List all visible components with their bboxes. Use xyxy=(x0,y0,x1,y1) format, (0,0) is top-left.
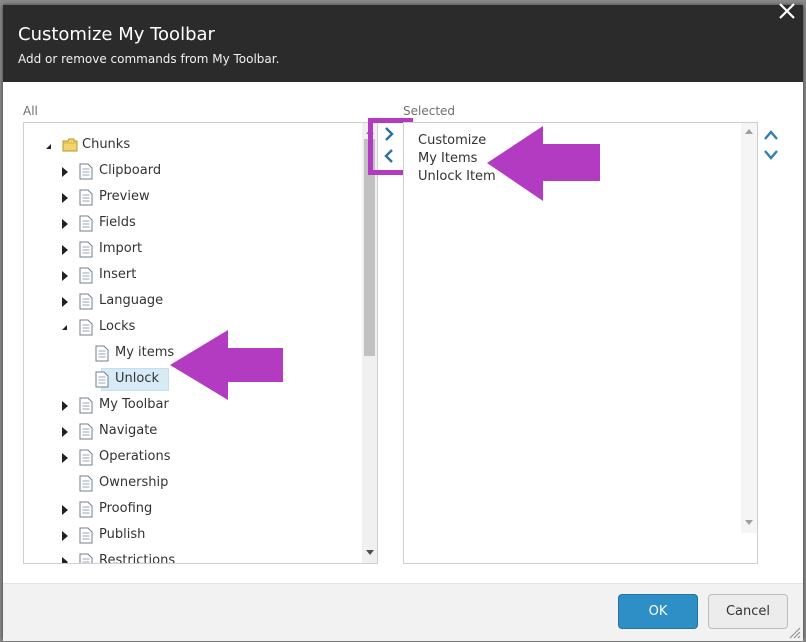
document-icon xyxy=(79,475,93,492)
scroll-down-icon[interactable] xyxy=(745,520,753,525)
expanded-arrow-icon[interactable] xyxy=(62,325,67,330)
scroll-down-icon[interactable] xyxy=(366,550,374,555)
tree-item-label: Operations xyxy=(99,449,171,464)
selected-pane-label: Selected xyxy=(403,104,456,118)
document-icon xyxy=(79,553,93,563)
tree-item[interactable]: Ownership xyxy=(24,473,364,495)
tree-item-label: Navigate xyxy=(99,423,158,438)
add-command-button[interactable] xyxy=(382,126,396,142)
all-tree-scrollbar[interactable] xyxy=(362,123,377,563)
tree-item[interactable]: Proofing xyxy=(24,499,364,521)
selected-list-scrollbar[interactable] xyxy=(741,123,757,533)
tree-item[interactable]: Import xyxy=(24,239,364,261)
tree-item[interactable]: Publish xyxy=(24,525,364,547)
collapsed-arrow-icon[interactable] xyxy=(62,453,68,463)
collapsed-arrow-icon[interactable] xyxy=(62,297,68,307)
document-icon xyxy=(79,267,93,284)
tree-item-label: Proofing xyxy=(99,501,153,516)
collapsed-arrow-icon[interactable] xyxy=(62,219,68,229)
document-icon xyxy=(79,527,93,544)
collapsed-arrow-icon[interactable] xyxy=(62,245,68,255)
document-icon xyxy=(79,423,93,440)
tree-item-label: Unlock xyxy=(115,371,159,386)
remove-command-button[interactable] xyxy=(382,148,396,164)
document-icon xyxy=(79,215,93,232)
tree-item-label: Locks xyxy=(99,319,136,334)
selected-list-item[interactable]: Unlock Item xyxy=(418,169,496,184)
tree-item-label: Fields xyxy=(99,215,136,230)
tree-item[interactable]: Fields xyxy=(24,213,364,235)
document-icon xyxy=(79,319,93,336)
close-icon[interactable] xyxy=(777,1,797,21)
annotation-arrow xyxy=(170,330,283,400)
cancel-button[interactable]: Cancel xyxy=(708,594,788,629)
tree-item-label: Chunks xyxy=(82,137,131,152)
expanded-arrow-icon[interactable] xyxy=(46,144,51,149)
collapsed-arrow-icon[interactable] xyxy=(62,271,68,281)
document-icon xyxy=(79,449,93,466)
ok-button[interactable]: OK xyxy=(618,594,698,629)
tree-item[interactable]: Language xyxy=(24,291,364,313)
document-icon xyxy=(79,163,93,180)
customize-toolbar-dialog: Customize My Toolbar Add or remove comma… xyxy=(3,3,803,641)
all-pane-label: All xyxy=(23,104,38,118)
tree-item[interactable]: Navigate xyxy=(24,421,364,443)
tree-item-label: Publish xyxy=(99,527,146,542)
tree-item-label: Ownership xyxy=(99,475,169,490)
collapsed-arrow-icon[interactable] xyxy=(62,401,68,411)
collapsed-arrow-icon[interactable] xyxy=(62,167,68,177)
move-up-button[interactable] xyxy=(763,129,779,141)
annotation-arrow xyxy=(487,126,600,201)
document-icon xyxy=(95,345,109,362)
collapsed-arrow-icon[interactable] xyxy=(62,557,68,563)
collapsed-arrow-icon[interactable] xyxy=(62,427,68,437)
tree-item-label: My items xyxy=(115,345,175,360)
dialog-subtitle: Add or remove commands from My Toolbar. xyxy=(18,52,280,66)
collapsed-arrow-icon[interactable] xyxy=(62,531,68,541)
tree-item-label: Language xyxy=(99,293,164,308)
dialog-footer: OK Cancel xyxy=(3,583,803,641)
tree-item[interactable]: Preview xyxy=(24,187,364,209)
document-icon xyxy=(79,293,93,310)
tree-item[interactable]: Restrictions xyxy=(24,551,364,564)
tree-item-chunks[interactable]: Chunks xyxy=(24,135,364,157)
dialog-title: Customize My Toolbar xyxy=(18,24,215,45)
tree-item-label: Import xyxy=(99,241,143,256)
document-icon xyxy=(95,371,109,388)
selected-list-item[interactable]: My Items xyxy=(418,151,477,166)
collapsed-arrow-icon[interactable] xyxy=(62,505,68,515)
tree-item-label: Preview xyxy=(99,189,150,204)
tree-item[interactable]: Insert xyxy=(24,265,364,287)
document-icon xyxy=(79,397,93,414)
tree-item-label: Clipboard xyxy=(99,163,162,178)
document-icon xyxy=(79,501,93,518)
document-icon xyxy=(79,189,93,206)
dialog-header: Customize My Toolbar Add or remove comma… xyxy=(3,3,803,82)
collapsed-arrow-icon[interactable] xyxy=(62,193,68,203)
selected-list-item[interactable]: Customize xyxy=(418,133,486,148)
tree-item-label: My Toolbar xyxy=(99,397,169,412)
scroll-up-icon[interactable] xyxy=(745,129,753,134)
move-down-button[interactable] xyxy=(763,149,779,161)
document-icon xyxy=(79,241,93,258)
tree-item[interactable]: Operations xyxy=(24,447,364,469)
tree-item[interactable]: Clipboard xyxy=(24,161,364,183)
tree-item-label: Restrictions xyxy=(99,553,176,564)
tree-item-label: Insert xyxy=(99,267,137,282)
resize-grip-icon[interactable] xyxy=(789,627,801,639)
folder-icon xyxy=(62,138,78,152)
